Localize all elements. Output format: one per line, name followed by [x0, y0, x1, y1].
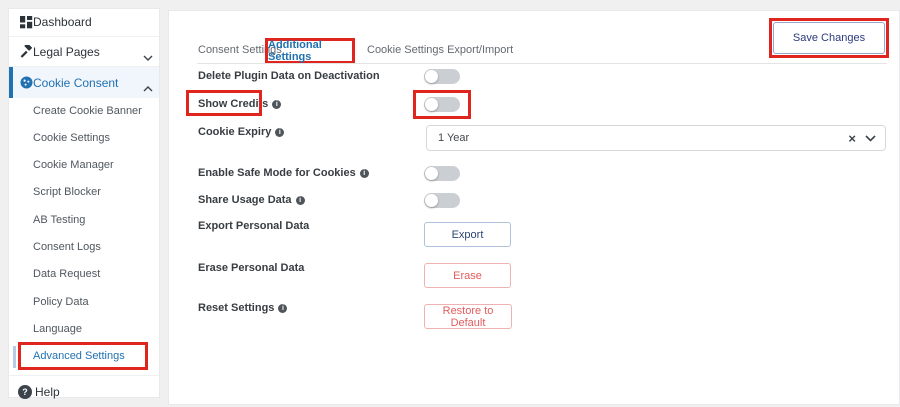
tab-cookie-settings-export-import[interactable]: Cookie Settings Export/Import — [367, 43, 513, 57]
setting-label-cookie-expiry: Cookie Expiry i — [198, 125, 285, 139]
tabs-divider — [197, 63, 887, 64]
sidebar-item-label: Cookie Consent — [33, 75, 119, 90]
gavel-icon — [19, 45, 33, 59]
tab-additional-settings[interactable]: Additional Settings — [268, 39, 352, 63]
setting-label-delete-plugin-data: Delete Plugin Data on Deactivation — [198, 70, 380, 82]
export-button[interactable]: Export — [424, 222, 511, 247]
sidebar-item-language[interactable]: Language — [9, 316, 159, 343]
toggle-knob — [425, 70, 438, 83]
toggle-delete-plugin-data[interactable] — [424, 69, 460, 84]
toggle-knob — [425, 98, 438, 111]
info-icon: i — [278, 304, 288, 313]
sidebar-item-create-cookie-banner[interactable]: Create Cookie Banner — [9, 98, 159, 125]
cookie-expiry-select[interactable]: 1 Year × — [426, 125, 886, 151]
chevron-up-icon — [143, 79, 153, 97]
sidebar-item-advanced-settings[interactable]: Advanced Settings — [9, 343, 159, 370]
sidebar-item-data-request[interactable]: Data Request — [9, 261, 159, 288]
cookie-icon — [19, 76, 33, 90]
clear-selection-icon[interactable]: × — [839, 131, 865, 146]
sidebar-item-legal-pages[interactable]: Legal Pages — [9, 37, 159, 66]
info-icon: i — [295, 196, 305, 205]
sidebar-item-label: Legal Pages — [33, 44, 100, 59]
annotation-box-additional-settings-tab: Additional Settings — [265, 38, 355, 64]
sidebar-item-cookie-settings[interactable]: Cookie Settings — [9, 125, 159, 152]
sidebar-item-label: Dashboard — [33, 15, 92, 29]
info-icon: i — [275, 128, 285, 137]
restore-to-default-button[interactable]: Restore to Default — [424, 304, 512, 329]
sidebar-item-consent-logs[interactable]: Consent Logs — [9, 234, 159, 261]
toggle-safe-mode[interactable] — [424, 166, 460, 181]
dashboard-grid-icon — [19, 15, 33, 29]
sidebar-item-cookie-manager[interactable]: Cookie Manager — [9, 152, 159, 179]
cookie-expiry-value: 1 Year — [438, 132, 470, 144]
setting-label-share-usage-data: Share Usage Data i — [198, 193, 305, 207]
toggle-knob — [425, 167, 438, 180]
chevron-down-icon[interactable] — [865, 134, 885, 142]
app-root: Dashboard Legal Pages Cookie Consent Cre… — [0, 0, 900, 405]
setting-label-reset-settings: Reset Settings i — [198, 301, 288, 315]
save-changes-button[interactable]: Save Changes — [773, 22, 885, 54]
sidebar-item-label: Help — [35, 384, 60, 399]
info-icon: i — [359, 169, 369, 178]
setting-label-safe-mode: Enable Safe Mode for Cookies i — [198, 166, 369, 180]
setting-label-show-credits: Show Credits i — [198, 97, 282, 111]
sidebar-item-policy-data[interactable]: Policy Data — [9, 289, 159, 316]
toggle-show-credits[interactable] — [424, 97, 460, 112]
setting-label-erase-personal-data: Erase Personal Data — [198, 262, 305, 274]
sidebar-item-dashboard[interactable]: Dashboard — [9, 9, 159, 35]
sidebar-item-help[interactable]: ? Help — [9, 376, 159, 407]
setting-label-export-personal-data: Export Personal Data — [198, 220, 310, 232]
sidebar: Dashboard Legal Pages Cookie Consent Cre… — [8, 8, 160, 399]
chevron-down-icon — [143, 48, 153, 66]
info-icon: i — [272, 100, 282, 109]
help-icon: ? — [18, 384, 32, 399]
toggle-share-usage-data[interactable] — [424, 193, 460, 208]
settings-panel: Consent Settings Additional Settings Coo… — [168, 10, 900, 405]
sidebar-item-ab-testing[interactable]: AB Testing — [9, 207, 159, 234]
sidebar-item-script-blocker[interactable]: Script Blocker — [9, 179, 159, 206]
erase-button[interactable]: Erase — [424, 263, 511, 288]
toggle-knob — [425, 194, 438, 207]
sidebar-item-cookie-consent[interactable]: Cookie Consent — [9, 67, 159, 98]
